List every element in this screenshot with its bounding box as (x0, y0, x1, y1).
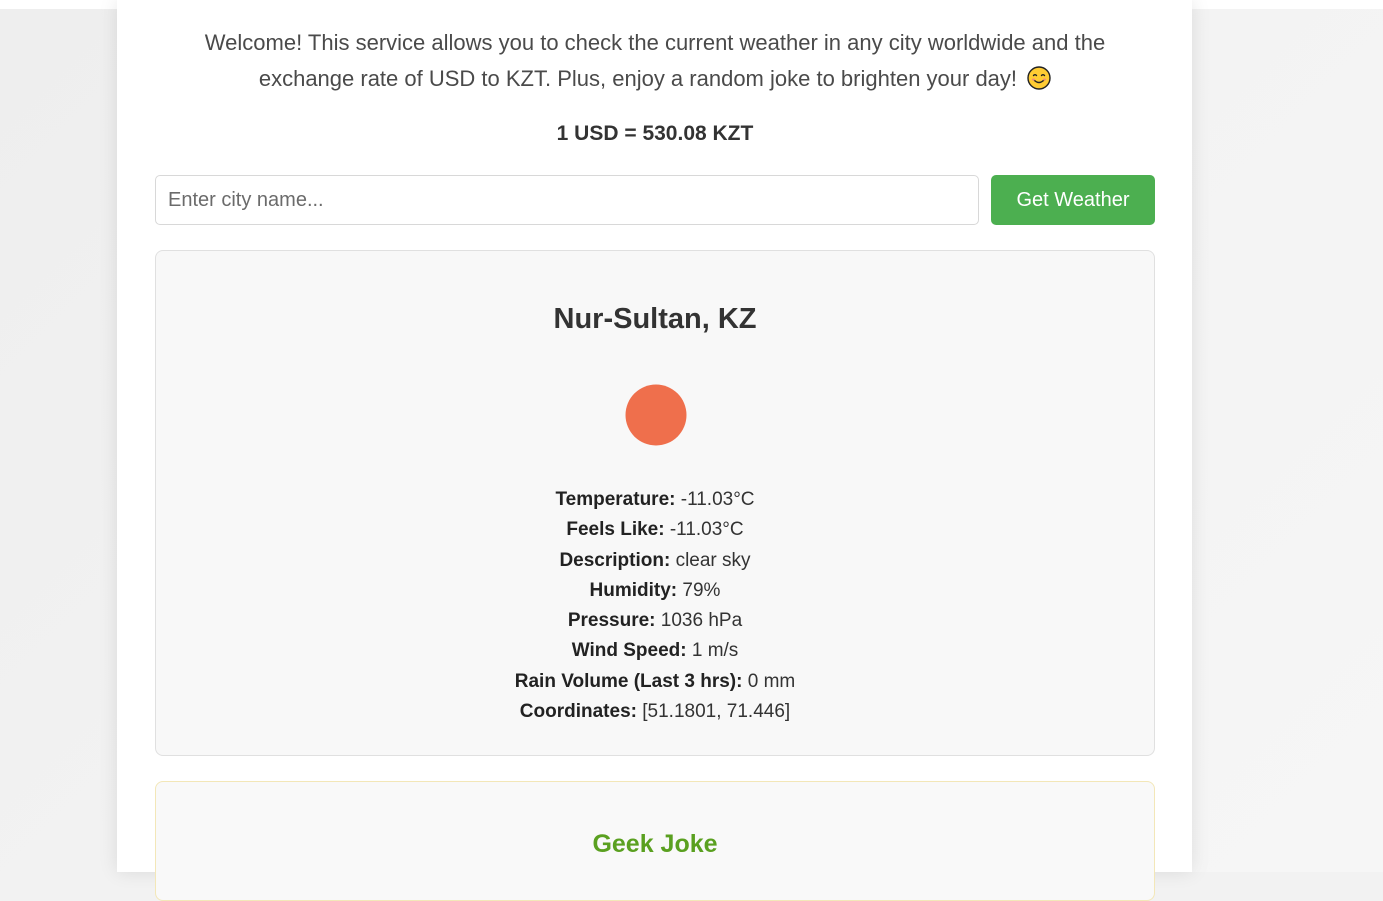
city-search-input[interactable] (155, 175, 979, 225)
detail-label: Temperature: (555, 489, 676, 510)
detail-description: Description: clear sky (156, 546, 1154, 576)
intro-text: Welcome! This service allows you to chec… (155, 25, 1155, 97)
detail-humidity: Humidity: 79% (156, 576, 1154, 606)
weather-card: Nur-Sultan, KZ Temperature: -11.03°C Fee… (155, 250, 1155, 756)
joke-card: Geek Joke (155, 781, 1155, 901)
detail-label: Humidity: (589, 579, 678, 601)
detail-coordinates: Coordinates: [51.1801, 71.446] (156, 697, 1154, 727)
exchange-rate: 1 USD = 530.08 KZT (556, 122, 754, 145)
get-weather-button[interactable]: Get Weather (991, 175, 1155, 225)
detail-label: Description: (559, 549, 671, 571)
detail-value: -11.03°C (669, 519, 744, 541)
detail-label: Wind Speed: (571, 640, 687, 662)
detail-feels-like: Feels Like: -11.03°C (156, 515, 1154, 545)
detail-value: 79% (682, 579, 721, 601)
detail-value: 1 m/s (691, 640, 739, 662)
detail-wind-speed: Wind Speed: 1 m/s (156, 636, 1154, 666)
intro-line-2: exchange rate of USD to KZT. Plus, enjoy… (258, 66, 1018, 91)
detail-value: 1036 hPa (660, 610, 743, 632)
detail-value: [51.1801, 71.446] (642, 701, 791, 723)
detail-label: Feels Like: (566, 519, 665, 541)
detail-temperature: Temperature: -11.03°C (156, 485, 1154, 515)
city-title: Nur-Sultan, KZ (553, 303, 757, 335)
search-row: Get Weather (155, 175, 1155, 225)
smiling-face-icon (1027, 66, 1051, 90)
detail-value: clear sky (675, 549, 751, 571)
detail-label: Pressure: (567, 610, 656, 632)
detail-pressure: Pressure: 1036 hPa (156, 606, 1154, 636)
intro-line-1: Welcome! This service allows you to chec… (204, 30, 1106, 55)
detail-label: Coordinates: (519, 701, 637, 723)
sun-icon (625, 384, 687, 446)
main-container: Welcome! This service allows you to chec… (117, 0, 1192, 901)
detail-value: -11.03°C (680, 489, 755, 510)
weather-details: Temperature: -11.03°C Feels Like: -11.03… (156, 485, 1154, 727)
joke-title: Geek Joke (592, 830, 718, 858)
detail-label: Rain Volume (Last 3 hrs): (514, 670, 743, 692)
detail-rain-volume: Rain Volume (Last 3 hrs): 0 mm (156, 667, 1154, 697)
detail-value: 0 mm (747, 670, 796, 692)
